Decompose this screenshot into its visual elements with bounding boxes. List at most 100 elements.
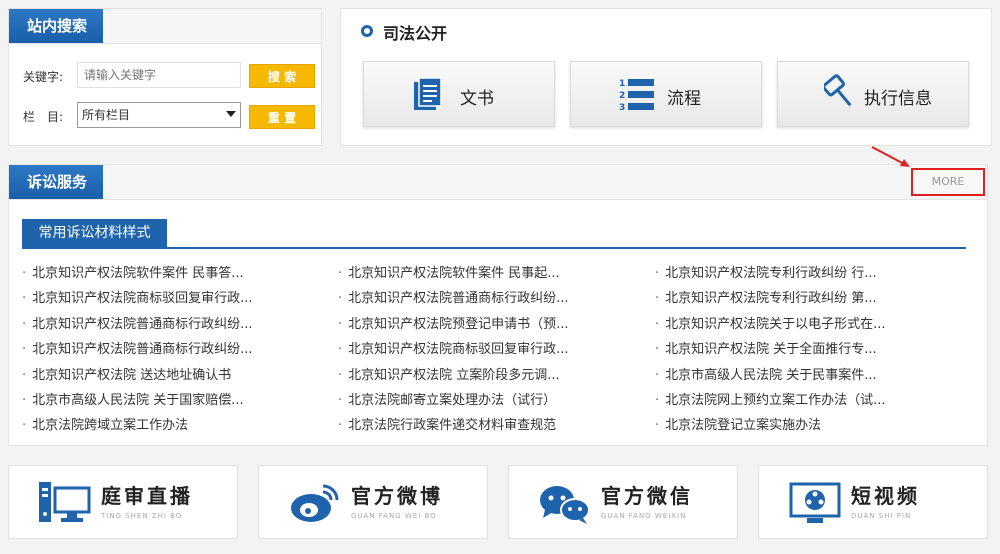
bullet-icon: · bbox=[22, 266, 27, 281]
list-numbered-icon: 1 2 3 bbox=[619, 79, 654, 112]
list-item[interactable]: · 北京知识产权法院软件案件 民事起... bbox=[338, 262, 560, 281]
live-trial-tile[interactable]: 庭审直播 TING SHEN ZHI BO bbox=[8, 465, 238, 539]
bullet-icon: · bbox=[655, 368, 660, 383]
list-item[interactable]: · 北京知识产权法院商标驳回复审行政... bbox=[338, 338, 569, 357]
list-item[interactable]: · 北京法院跨域立案工作办法 bbox=[22, 414, 188, 433]
bullet-icon: · bbox=[22, 368, 27, 383]
more-link[interactable]: MORE bbox=[911, 168, 985, 196]
bullet-icon: · bbox=[22, 418, 27, 433]
list-item[interactable]: · 北京法院邮寄立案处理办法（试行） bbox=[338, 389, 556, 408]
list-item[interactable]: · 北京市高级人民法院 关于民事案件... bbox=[655, 364, 877, 383]
short-video-tile[interactable]: 短视频 DUAN SHI PIN bbox=[758, 465, 988, 539]
service-header-bar bbox=[9, 165, 987, 200]
list-item-label: 北京知识产权法院软件案件 民事起... bbox=[348, 266, 560, 281]
process-button[interactable]: 1 2 3 流程 bbox=[570, 61, 762, 127]
list-item-label: 北京知识产权法院专利行政纠纷 第... bbox=[665, 291, 877, 306]
column-select-value: 所有栏目 bbox=[82, 108, 131, 122]
list-item-label: 北京知识产权法院商标驳回复审行政... bbox=[32, 291, 253, 306]
keyword-input[interactable] bbox=[77, 62, 241, 88]
list-item[interactable]: · 北京知识产权法院软件案件 民事答... bbox=[22, 262, 244, 281]
list-item[interactable]: · 北京知识产权法院 送达地址确认书 bbox=[22, 364, 231, 383]
list-item[interactable]: · 北京法院登记立案实施办法 bbox=[655, 414, 821, 433]
list-item[interactable]: · 北京知识产权法院专利行政纠纷 第... bbox=[655, 287, 877, 306]
reset-button[interactable]: 重 置 bbox=[249, 105, 315, 129]
list-item-label: 北京市高级人民法院 关于国家赔偿... bbox=[32, 393, 244, 408]
judicial-title: 司法公开 bbox=[383, 24, 448, 43]
wechat-icon bbox=[540, 486, 590, 524]
execution-info-label: 执行信息 bbox=[864, 89, 932, 109]
weibo-title: 官方微博 bbox=[351, 484, 443, 508]
bullet-icon: · bbox=[338, 368, 343, 383]
bullet-icon: · bbox=[338, 317, 343, 332]
list-item-label: 北京知识产权法院预登记申请书（预... bbox=[348, 317, 569, 332]
wechat-tile[interactable]: 官方微信 GUAN FANG WEIXIN bbox=[508, 465, 738, 539]
bullet-icon: · bbox=[22, 291, 27, 306]
bullet-icon: · bbox=[655, 393, 660, 408]
documents-button[interactable]: 文书 bbox=[363, 61, 555, 127]
list-item[interactable]: · 北京知识产权法院普通商标行政纠纷... bbox=[22, 338, 253, 357]
list-item-label: 北京知识产权法院商标驳回复审行政... bbox=[348, 342, 569, 357]
live-trial-title: 庭审直播 bbox=[101, 484, 193, 508]
execution-info-button[interactable]: 执行信息 bbox=[777, 61, 969, 127]
bullet-icon: · bbox=[338, 291, 343, 306]
bullet-icon: · bbox=[22, 393, 27, 408]
search-panel: 站内搜索 关键字: 搜 索 栏 目: 所有栏目 重 置 bbox=[8, 8, 322, 146]
bullet-icon: · bbox=[655, 418, 660, 433]
list-item-label: 北京知识产权法院专利行政纠纷 行... bbox=[665, 266, 877, 281]
arrow-annotation-icon bbox=[871, 146, 910, 167]
svg-text:1: 1 bbox=[619, 79, 625, 89]
list-item[interactable]: · 北京法院网上预约立案工作办法（试... bbox=[655, 389, 886, 408]
search-title: 站内搜索 bbox=[9, 9, 104, 43]
gavel-icon bbox=[824, 74, 852, 107]
list-item[interactable]: · 北京知识产权法院 关于全面推行专... bbox=[655, 338, 877, 357]
bullet-icon: · bbox=[655, 266, 660, 281]
list-item-label: 北京知识产权法院 关于全面推行专... bbox=[665, 342, 877, 357]
document-icon bbox=[414, 77, 442, 110]
search-button[interactable]: 搜 索 bbox=[249, 64, 315, 88]
list-item[interactable]: · 北京知识产权法院 立案阶段多元调... bbox=[338, 364, 560, 383]
list-item[interactable]: · 北京知识产权法院关于以电子形式在... bbox=[655, 313, 886, 332]
list-item-label: 北京法院网上预约立案工作办法（试... bbox=[665, 393, 886, 408]
list-item-label: 北京法院行政案件递交材料审查规范 bbox=[348, 418, 557, 433]
svg-text:2: 2 bbox=[619, 91, 625, 101]
keyword-label: 关键字: bbox=[23, 70, 64, 84]
list-item-label: 北京法院跨域立案工作办法 bbox=[32, 418, 189, 433]
wechat-title: 官方微信 bbox=[601, 484, 693, 508]
service-title: 诉讼服务 bbox=[9, 165, 104, 199]
bullet-icon: · bbox=[22, 342, 27, 357]
svg-text:3: 3 bbox=[619, 103, 625, 112]
bullet-icon: · bbox=[655, 291, 660, 306]
bullet-icon: · bbox=[22, 317, 27, 332]
list-item[interactable]: · 北京知识产权法院普通商标行政纠纷... bbox=[338, 287, 569, 306]
computer-icon bbox=[39, 482, 91, 522]
list-item[interactable]: · 北京知识产权法院专利行政纠纷 行... bbox=[655, 262, 877, 281]
bullet-icon: · bbox=[338, 393, 343, 408]
column-label: 栏 目: bbox=[23, 110, 64, 124]
documents-label: 文书 bbox=[460, 89, 494, 109]
judicial-panel: 司法公开 文书 1 2 3 流程 执行信息 bbox=[340, 8, 992, 146]
list-item-label: 北京知识产权法院 立案阶段多元调... bbox=[348, 368, 560, 383]
list-item-label: 北京知识产权法院关于以电子形式在... bbox=[665, 317, 886, 332]
tab-common-materials[interactable]: 常用诉讼材料样式 bbox=[22, 219, 167, 247]
weibo-tile[interactable]: 官方微博 GUAN FANG WEI BO bbox=[258, 465, 488, 539]
bullet-icon: · bbox=[655, 317, 660, 332]
list-item[interactable]: · 北京知识产权法院普通商标行政纠纷... bbox=[22, 313, 253, 332]
weibo-subtitle: GUAN FANG WEI BO bbox=[351, 512, 437, 520]
list-item-label: 北京知识产权法院普通商标行政纠纷... bbox=[32, 317, 253, 332]
tab-underline bbox=[22, 247, 966, 249]
list-item[interactable]: · 北京市高级人民法院 关于国家赔偿... bbox=[22, 389, 244, 408]
weibo-icon bbox=[291, 484, 339, 522]
short-video-title: 短视频 bbox=[851, 484, 920, 508]
list-item[interactable]: · 北京法院行政案件递交材料审查规范 bbox=[338, 414, 556, 433]
list-item-label: 北京知识产权法院普通商标行政纠纷... bbox=[32, 342, 253, 357]
short-video-subtitle: DUAN SHI PIN bbox=[851, 512, 912, 520]
list-item-label: 北京市高级人民法院 关于民事案件... bbox=[665, 368, 877, 383]
bullet-icon: · bbox=[338, 342, 343, 357]
list-item-label: 北京法院邮寄立案处理办法（试行） bbox=[348, 393, 557, 408]
video-icon bbox=[789, 482, 841, 523]
column-select[interactable]: 所有栏目 bbox=[77, 102, 241, 128]
chevron-down-icon bbox=[226, 111, 236, 117]
list-item[interactable]: · 北京知识产权法院商标驳回复审行政... bbox=[22, 287, 253, 306]
list-item-label: 北京法院登记立案实施办法 bbox=[665, 418, 822, 433]
list-item[interactable]: · 北京知识产权法院预登记申请书（预... bbox=[338, 313, 569, 332]
